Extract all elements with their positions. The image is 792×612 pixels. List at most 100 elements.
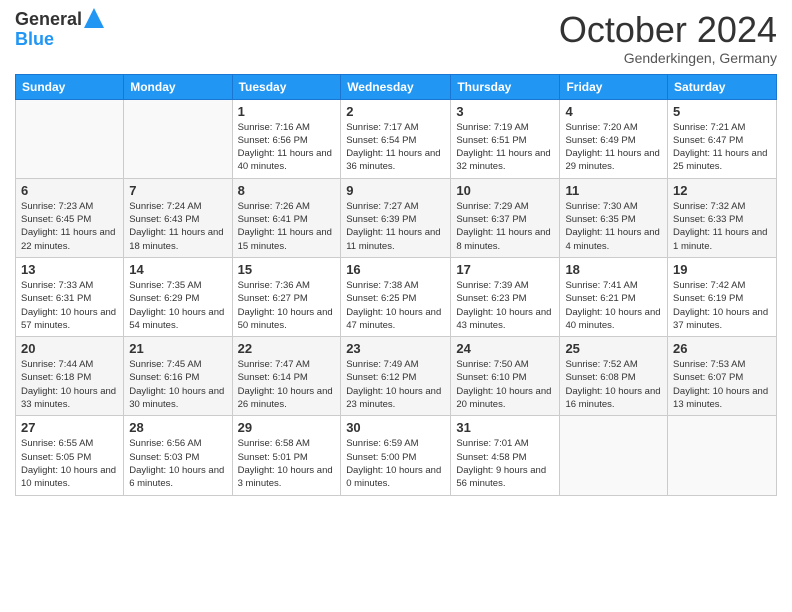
calendar-cell: 15 Sunrise: 7:36 AM Sunset: 6:27 PM Dayli… [232, 257, 341, 336]
day-info: Sunrise: 7:26 AM Sunset: 6:41 PM Dayligh… [238, 200, 336, 253]
calendar-cell [124, 99, 232, 178]
day-info: Sunrise: 7:17 AM Sunset: 6:54 PM Dayligh… [346, 121, 445, 174]
calendar-cell: 28 Sunrise: 6:56 AM Sunset: 5:03 PM Dayli… [124, 416, 232, 495]
calendar-cell: 27 Sunrise: 6:55 AM Sunset: 5:05 PM Dayli… [16, 416, 124, 495]
calendar-cell: 8Sunrise: 7:26 AM Sunset: 6:41 PM Daylig… [232, 178, 341, 257]
day-number: 17 [456, 262, 554, 277]
page: General Blue October 2024 Genderkingen, … [0, 0, 792, 612]
day-number: 11 [565, 183, 662, 198]
calendar-cell: 17 Sunrise: 7:39 AM Sunset: 6:23 PM Dayli… [451, 257, 560, 336]
day-info: Sunrise: 7:33 AM Sunset: 6:31 PM Dayligh… [21, 279, 118, 332]
calendar-cell: 11Sunrise: 7:30 AM Sunset: 6:35 PM Dayli… [560, 178, 668, 257]
day-number: 3 [456, 104, 554, 119]
day-number: 1 [238, 104, 336, 119]
day-number: 21 [129, 341, 226, 356]
header-wednesday: Wednesday [341, 74, 451, 99]
logo-text-line2: Blue [15, 30, 104, 50]
calendar-cell: 3 Sunrise: 7:19 AM Sunset: 6:51 PM Daylig… [451, 99, 560, 178]
day-info: Sunrise: 7:53 AM Sunset: 6:07 PM Dayligh… [673, 358, 771, 411]
day-info: Sunrise: 7:01 AM Sunset: 4:58 PM Dayligh… [456, 437, 554, 490]
calendar-cell: 6 Sunrise: 7:23 AM Sunset: 6:45 PM Daylig… [16, 178, 124, 257]
day-info: Sunrise: 6:55 AM Sunset: 5:05 PM Dayligh… [21, 437, 118, 490]
day-number: 23 [346, 341, 445, 356]
calendar-header-row: Sunday Monday Tuesday Wednesday Thursday… [16, 74, 777, 99]
calendar-week-row: 13Sunrise: 7:33 AM Sunset: 6:31 PM Dayli… [16, 257, 777, 336]
day-number: 27 [21, 420, 118, 435]
calendar-cell: 29 Sunrise: 6:58 AM Sunset: 5:01 PM Dayli… [232, 416, 341, 495]
day-number: 25 [565, 341, 662, 356]
calendar-cell: 25 Sunrise: 7:52 AM Sunset: 6:08 PM Dayli… [560, 337, 668, 416]
day-info: Sunrise: 7:45 AM Sunset: 6:16 PM Dayligh… [129, 358, 226, 411]
logo: General Blue [15, 10, 104, 50]
title-area: October 2024 Genderkingen, Germany [559, 10, 777, 66]
calendar-cell: 7Sunrise: 7:24 AM Sunset: 6:43 PM Daylig… [124, 178, 232, 257]
day-number: 7 [129, 183, 226, 198]
calendar-cell: 31Sunrise: 7:01 AM Sunset: 4:58 PM Dayli… [451, 416, 560, 495]
day-info: Sunrise: 7:36 AM Sunset: 6:27 PM Dayligh… [238, 279, 336, 332]
logo-text-line1: General [15, 10, 82, 30]
day-number: 2 [346, 104, 445, 119]
header-saturday: Saturday [668, 74, 777, 99]
location: Genderkingen, Germany [559, 50, 777, 66]
day-info: Sunrise: 7:23 AM Sunset: 6:45 PM Dayligh… [21, 200, 118, 253]
day-info: Sunrise: 7:47 AM Sunset: 6:14 PM Dayligh… [238, 358, 336, 411]
day-info: Sunrise: 7:29 AM Sunset: 6:37 PM Dayligh… [456, 200, 554, 253]
day-number: 24 [456, 341, 554, 356]
day-info: Sunrise: 7:39 AM Sunset: 6:23 PM Dayligh… [456, 279, 554, 332]
calendar-cell: 14 Sunrise: 7:35 AM Sunset: 6:29 PM Dayli… [124, 257, 232, 336]
day-info: Sunrise: 7:32 AM Sunset: 6:33 PM Dayligh… [673, 200, 771, 253]
calendar-cell: 18Sunrise: 7:41 AM Sunset: 6:21 PM Dayli… [560, 257, 668, 336]
day-number: 16 [346, 262, 445, 277]
calendar-cell: 21 Sunrise: 7:45 AM Sunset: 6:16 PM Dayli… [124, 337, 232, 416]
calendar-cell: 19 Sunrise: 7:42 AM Sunset: 6:19 PM Dayli… [668, 257, 777, 336]
day-info: Sunrise: 7:52 AM Sunset: 6:08 PM Dayligh… [565, 358, 662, 411]
day-info: Sunrise: 6:58 AM Sunset: 5:01 PM Dayligh… [238, 437, 336, 490]
day-number: 9 [346, 183, 445, 198]
month-title: October 2024 [559, 10, 777, 50]
day-info: Sunrise: 7:16 AM Sunset: 6:56 PM Dayligh… [238, 121, 336, 174]
calendar-cell: 2 Sunrise: 7:17 AM Sunset: 6:54 PM Daylig… [341, 99, 451, 178]
calendar-cell: 22 Sunrise: 7:47 AM Sunset: 6:14 PM Dayli… [232, 337, 341, 416]
header: General Blue October 2024 Genderkingen, … [15, 10, 777, 66]
logo-icon [84, 8, 104, 28]
day-number: 5 [673, 104, 771, 119]
day-number: 6 [21, 183, 118, 198]
calendar-cell: 5 Sunrise: 7:21 AM Sunset: 6:47 PM Daylig… [668, 99, 777, 178]
day-number: 19 [673, 262, 771, 277]
day-number: 4 [565, 104, 662, 119]
calendar-cell: 24 Sunrise: 7:50 AM Sunset: 6:10 PM Dayli… [451, 337, 560, 416]
calendar-week-row: 1 Sunrise: 7:16 AM Sunset: 6:56 PM Daylig… [16, 99, 777, 178]
day-number: 14 [129, 262, 226, 277]
calendar: Sunday Monday Tuesday Wednesday Thursday… [15, 74, 777, 496]
calendar-cell [668, 416, 777, 495]
day-info: Sunrise: 7:42 AM Sunset: 6:19 PM Dayligh… [673, 279, 771, 332]
calendar-cell: 20 Sunrise: 7:44 AM Sunset: 6:18 PM Dayli… [16, 337, 124, 416]
calendar-week-row: 6 Sunrise: 7:23 AM Sunset: 6:45 PM Daylig… [16, 178, 777, 257]
calendar-week-row: 20 Sunrise: 7:44 AM Sunset: 6:18 PM Dayli… [16, 337, 777, 416]
day-info: Sunrise: 7:19 AM Sunset: 6:51 PM Dayligh… [456, 121, 554, 174]
day-info: Sunrise: 7:50 AM Sunset: 6:10 PM Dayligh… [456, 358, 554, 411]
day-number: 20 [21, 341, 118, 356]
day-info: Sunrise: 7:21 AM Sunset: 6:47 PM Dayligh… [673, 121, 771, 174]
header-sunday: Sunday [16, 74, 124, 99]
calendar-cell: 13Sunrise: 7:33 AM Sunset: 6:31 PM Dayli… [16, 257, 124, 336]
calendar-cell [16, 99, 124, 178]
day-info: Sunrise: 6:59 AM Sunset: 5:00 PM Dayligh… [346, 437, 445, 490]
header-tuesday: Tuesday [232, 74, 341, 99]
day-info: Sunrise: 7:20 AM Sunset: 6:49 PM Dayligh… [565, 121, 662, 174]
day-number: 22 [238, 341, 336, 356]
calendar-cell: 16Sunrise: 7:38 AM Sunset: 6:25 PM Dayli… [341, 257, 451, 336]
day-info: Sunrise: 7:35 AM Sunset: 6:29 PM Dayligh… [129, 279, 226, 332]
day-number: 26 [673, 341, 771, 356]
calendar-cell: 30 Sunrise: 6:59 AM Sunset: 5:00 PM Dayli… [341, 416, 451, 495]
day-number: 28 [129, 420, 226, 435]
day-number: 29 [238, 420, 336, 435]
calendar-cell [560, 416, 668, 495]
day-number: 30 [346, 420, 445, 435]
header-thursday: Thursday [451, 74, 560, 99]
day-number: 15 [238, 262, 336, 277]
calendar-cell: 23Sunrise: 7:49 AM Sunset: 6:12 PM Dayli… [341, 337, 451, 416]
day-info: Sunrise: 6:56 AM Sunset: 5:03 PM Dayligh… [129, 437, 226, 490]
day-info: Sunrise: 7:44 AM Sunset: 6:18 PM Dayligh… [21, 358, 118, 411]
day-number: 18 [565, 262, 662, 277]
